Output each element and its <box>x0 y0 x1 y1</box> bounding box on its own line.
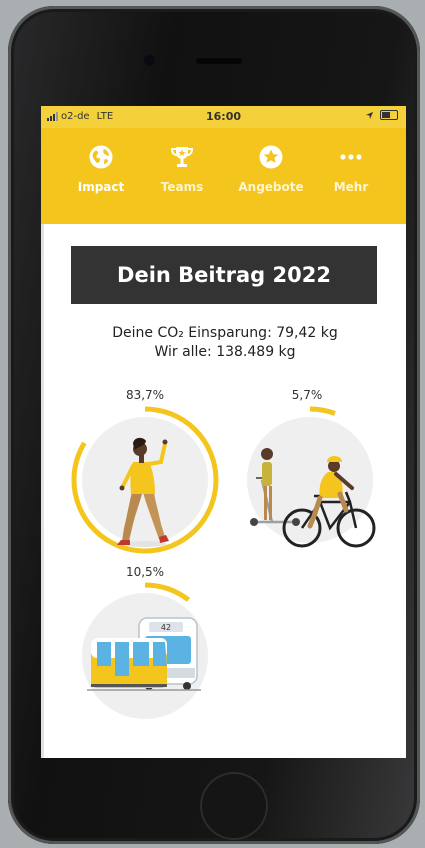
savings-summary: Deine CO₂ Einsparung: 79,42 kg Wir alle:… <box>44 324 406 362</box>
walking-percent: 83,7% <box>125 388 165 402</box>
transport-progress-ring: 42 <box>71 582 219 730</box>
status-bar: o2-de LTE 16:00 <box>41 106 406 128</box>
location-arrow-icon <box>365 111 374 119</box>
earpiece-speaker <box>196 58 242 64</box>
walking-progress-ring <box>71 406 219 554</box>
svg-text:42: 42 <box>161 623 171 632</box>
nav-item-impact[interactable]: Impact <box>56 144 146 194</box>
status-time: 16:00 <box>205 110 241 123</box>
page-title: Dein Beitrag 2022 <box>71 246 377 304</box>
impact-content: Dein Beitrag 2022 Deine CO₂ Einsparung: … <box>41 224 406 758</box>
total-savings-text: Wir alle: 138.489 kg <box>154 344 296 360</box>
battery-icon <box>380 110 398 120</box>
nav-label-mehr: Mehr <box>333 180 369 194</box>
top-navigation: Impact Teams Angebote Mehr <box>41 128 406 224</box>
more-dots-icon <box>340 154 362 160</box>
app-screen: o2-de LTE 16:00 Impact Teams Angebote Me… <box>41 106 406 758</box>
bike-percent: 5,7% <box>291 388 323 402</box>
star-badge-icon <box>259 145 283 169</box>
nav-item-teams[interactable]: Teams <box>137 144 227 194</box>
home-button[interactable] <box>200 772 268 840</box>
bike-progress-ring <box>236 406 384 554</box>
nav-item-mehr[interactable]: Mehr <box>303 144 399 194</box>
nav-label-teams: Teams <box>160 180 204 194</box>
transport-percent: 10,5% <box>125 565 165 579</box>
trophy-icon <box>170 147 194 167</box>
front-camera <box>144 55 155 66</box>
globe-icon <box>89 145 113 169</box>
nav-label-impact: Impact <box>77 180 125 194</box>
co2-savings-text: Deine CO₂ Einsparung: 79,42 kg <box>112 325 338 341</box>
